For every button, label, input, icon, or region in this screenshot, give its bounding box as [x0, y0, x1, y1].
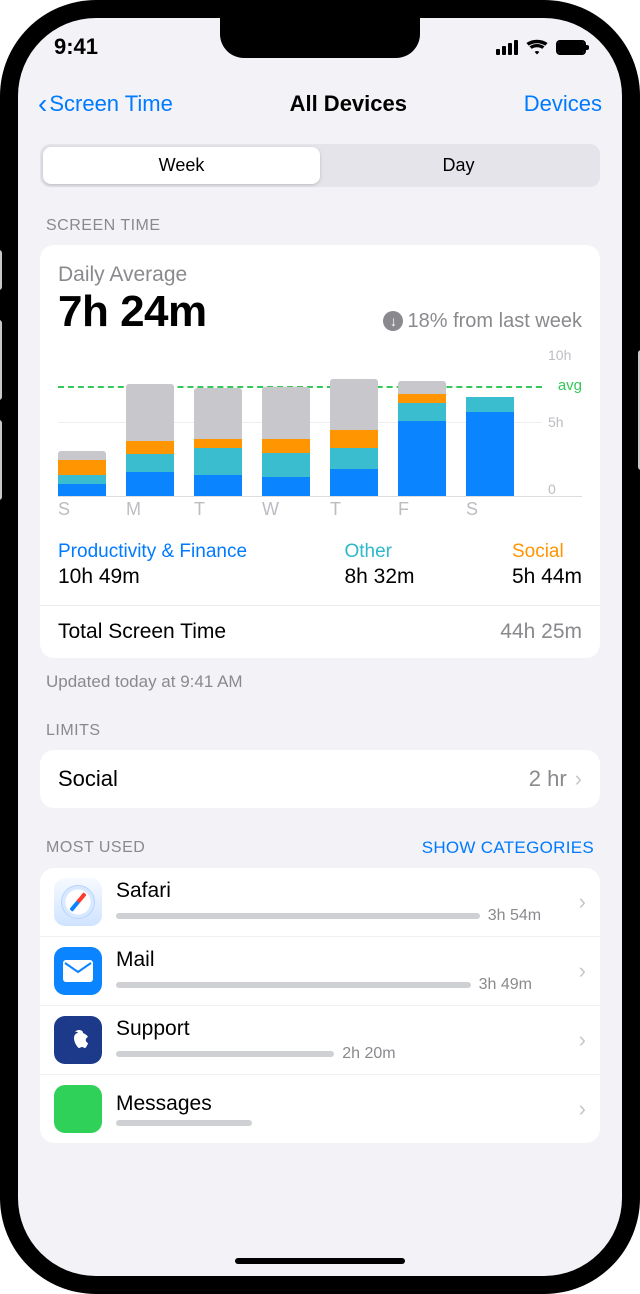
limit-social-row[interactable]: Social 2 hr ›	[40, 750, 600, 808]
limit-name: Social	[58, 766, 118, 792]
app-usage-bar	[116, 1051, 334, 1057]
week-day-segmented[interactable]: Week Day	[40, 144, 600, 187]
section-screen-time-hdr: SCREEN TIME	[40, 217, 600, 235]
limit-value: 2 hr	[529, 766, 567, 791]
back-button[interactable]: ‹ Screen Time	[38, 88, 173, 120]
bar-t[interactable]	[194, 388, 242, 496]
bar-w[interactable]	[262, 387, 310, 497]
safari-icon	[54, 878, 102, 926]
app-time: 3h 49m	[479, 976, 532, 994]
support-icon	[54, 1016, 102, 1064]
app-row-safari[interactable]: Safari 3h 54m ›	[40, 868, 600, 937]
daily-average-value: 7h 24m	[58, 287, 207, 337]
chevron-left-icon: ‹	[38, 88, 47, 120]
messages-icon	[54, 1085, 102, 1133]
section-limits-hdr: LIMITS	[40, 722, 600, 740]
category-orange: Social5h 44m	[512, 541, 582, 589]
app-row-messages[interactable]: Messages ›	[40, 1075, 600, 1143]
app-name: Messages	[116, 1092, 571, 1116]
chevron-right-icon: ›	[579, 889, 586, 915]
bar-f[interactable]	[398, 381, 446, 497]
bar-m[interactable]	[126, 384, 174, 497]
screen-time-card: Daily Average 7h 24m ↓ 18% from last wee…	[40, 245, 600, 658]
chevron-right-icon: ›	[579, 958, 586, 984]
chevron-right-icon: ›	[579, 1027, 586, 1053]
chart-x-axis: SMTWTFS	[58, 499, 582, 520]
category-breakdown: Productivity & Finance10h 49m Other8h 32m…	[58, 541, 582, 589]
down-arrow-icon: ↓	[383, 311, 403, 331]
seg-week[interactable]: Week	[43, 147, 320, 184]
status-time: 9:41	[54, 34, 98, 60]
app-time: 2h 20m	[342, 1045, 395, 1063]
app-time: 3h 54m	[488, 907, 541, 925]
cellular-icon	[496, 39, 518, 55]
app-name: Mail	[116, 948, 571, 972]
section-most-used-hdr: MOST USED	[46, 839, 145, 857]
home-indicator[interactable]	[235, 1258, 405, 1264]
seg-day[interactable]: Day	[320, 147, 597, 184]
back-label: Screen Time	[49, 91, 173, 117]
bar-t[interactable]	[330, 379, 378, 496]
app-name: Safari	[116, 879, 571, 903]
app-row-mail[interactable]: Mail 3h 49m ›	[40, 937, 600, 1006]
total-label: Total Screen Time	[58, 620, 226, 644]
app-usage-bar	[116, 982, 471, 988]
app-usage-bar	[116, 913, 480, 919]
devices-button[interactable]: Devices	[524, 91, 602, 117]
chevron-right-icon: ›	[575, 766, 582, 791]
total-screen-time-row[interactable]: Total Screen Time 44h 25m	[40, 605, 600, 658]
app-row-support[interactable]: Support 2h 20m ›	[40, 1006, 600, 1075]
page-title: All Devices	[290, 91, 407, 117]
category-blue: Productivity & Finance10h 49m	[58, 541, 247, 589]
total-value: 44h 25m	[500, 620, 582, 644]
usage-bar-chart[interactable]: avg 10h 5h 0 SMTWTFS	[58, 347, 582, 527]
app-usage-bar	[116, 1120, 252, 1126]
bar-s[interactable]	[58, 451, 106, 496]
app-name: Support	[116, 1017, 571, 1041]
show-categories-link[interactable]: SHOW CATEGORIES	[422, 838, 594, 858]
wifi-icon	[526, 38, 548, 56]
category-teal: Other8h 32m	[344, 541, 414, 589]
delta-from-last-week: ↓ 18% from last week	[383, 310, 582, 333]
daily-average-label: Daily Average	[58, 263, 582, 287]
mail-icon	[54, 947, 102, 995]
bar-s[interactable]	[466, 397, 514, 496]
nav-bar: ‹ Screen Time All Devices Devices	[18, 76, 622, 132]
chevron-right-icon: ›	[579, 1096, 586, 1122]
battery-icon	[556, 40, 586, 55]
most-used-list: Safari3h 54m›Mail3h 49m›Support2h 20m›Me…	[40, 868, 600, 1143]
updated-text: Updated today at 9:41 AM	[40, 672, 600, 692]
